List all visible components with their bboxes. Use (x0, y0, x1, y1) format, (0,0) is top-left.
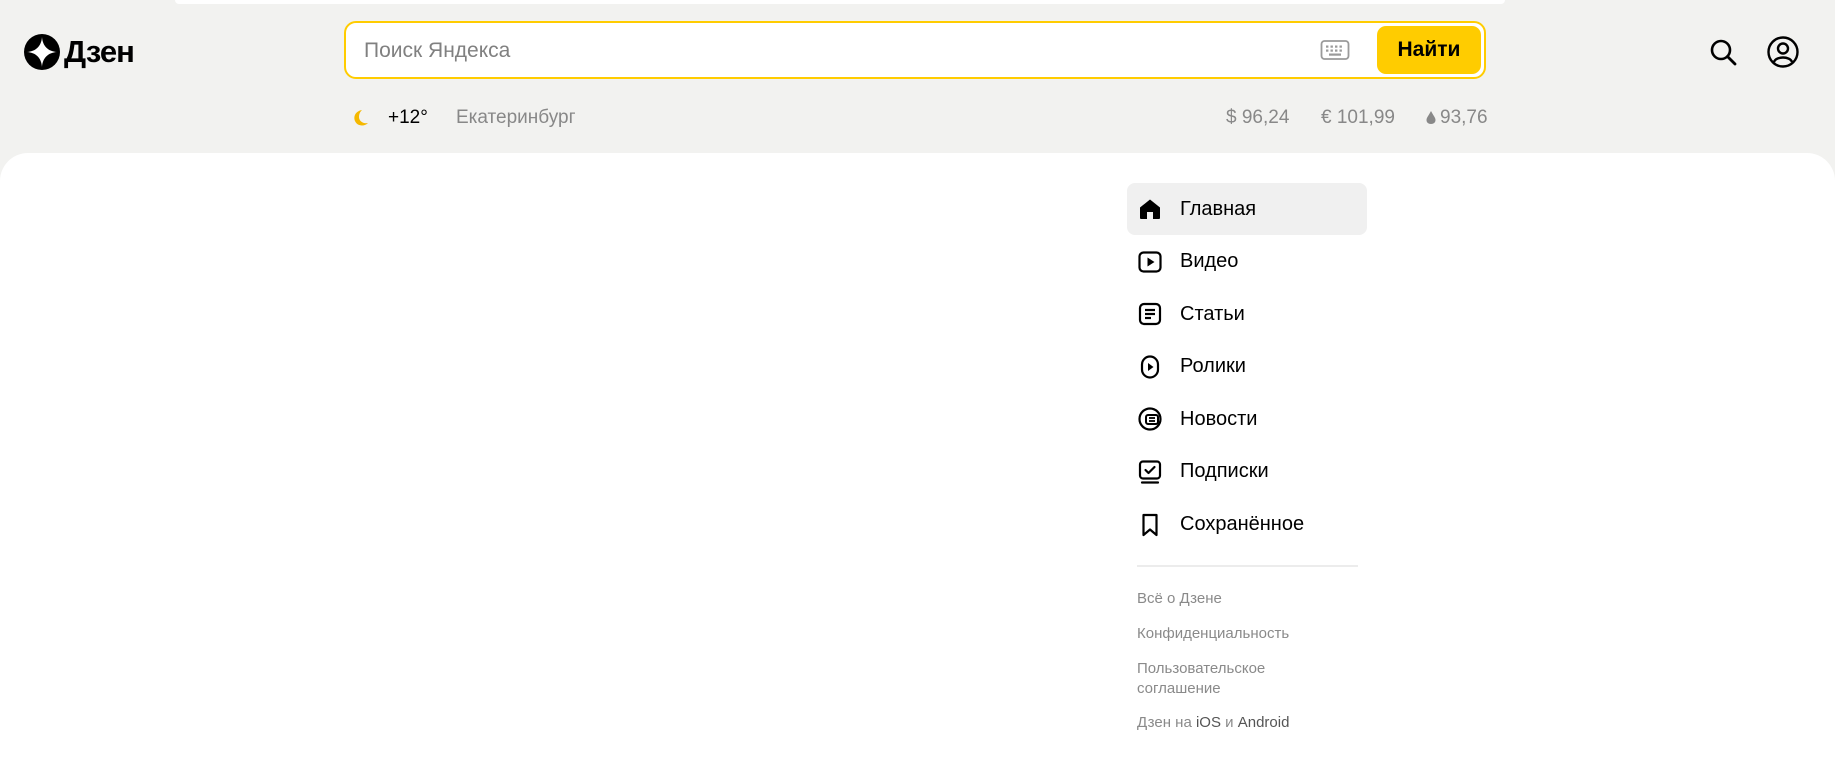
nav-item-shorts[interactable]: Ролики (1127, 341, 1367, 393)
nav-item-saved[interactable]: Сохранённое (1127, 499, 1367, 551)
footer-about-link[interactable]: Всё о Дзене (1137, 589, 1347, 609)
main-content (0, 153, 1835, 773)
sidebar-nav: Главная Видео Статьи Ролики Новости Подп… (1127, 183, 1367, 551)
nav-label: Ролики (1180, 355, 1246, 378)
footer-apps-and: и (1225, 714, 1234, 731)
nav-divider (1137, 565, 1358, 567)
search-box: Найти (344, 21, 1486, 79)
search-input[interactable] (362, 32, 1306, 70)
footer-apps: Дзен на iOS и Android (1137, 713, 1347, 733)
usd-rate[interactable]: $ 96,24 (1226, 107, 1289, 129)
nav-item-articles[interactable]: Статьи (1127, 288, 1367, 340)
eur-rate[interactable]: € 101,99 (1321, 107, 1395, 129)
subscriptions-icon (1138, 460, 1162, 484)
oil-rate[interactable]: 93,76 (1440, 107, 1488, 129)
search-icon[interactable] (1709, 38, 1737, 66)
nav-label: Подписки (1180, 460, 1269, 483)
footer-apps-prefix: Дзен на (1137, 714, 1192, 731)
video-icon (1138, 250, 1162, 273)
footer-terms-link[interactable]: Пользовательское соглашение (1137, 659, 1327, 699)
footer-privacy-link[interactable]: Конфиденциальность (1137, 624, 1347, 644)
nav-item-home[interactable]: Главная (1127, 183, 1367, 235)
footer-android-link[interactable]: Android (1238, 714, 1290, 731)
keyboard-icon[interactable] (1320, 38, 1350, 62)
footer-ios-link[interactable]: iOS (1196, 714, 1221, 731)
dzen-logo[interactable]: Дзен (24, 34, 135, 70)
bookmark-icon (1142, 513, 1158, 536)
nav-item-video[interactable]: Видео (1127, 236, 1367, 288)
moon-icon (354, 110, 368, 126)
home-icon (1140, 199, 1160, 219)
nav-label: Новости (1180, 407, 1258, 430)
shorts-icon (1140, 355, 1160, 379)
nav-label: Сохранённое (1180, 513, 1305, 536)
nav-label: Главная (1180, 197, 1257, 220)
nav-label: Статьи (1180, 302, 1245, 325)
search-button[interactable]: Найти (1377, 26, 1481, 74)
nav-item-news[interactable]: Новости (1127, 393, 1367, 445)
oil-drop-icon (1426, 111, 1436, 124)
nav-label: Видео (1180, 250, 1239, 273)
nav-item-subscriptions[interactable]: Подписки (1127, 446, 1367, 498)
weather-temperature[interactable]: +12° (388, 107, 428, 129)
profile-icon[interactable] (1767, 36, 1799, 68)
dzen-logo-icon (24, 34, 60, 70)
weather-city[interactable]: Екатеринбург (456, 107, 576, 129)
articles-icon (1138, 303, 1162, 326)
top-strip (175, 0, 1505, 4)
logo-text: Дзен (64, 34, 135, 69)
news-icon (1138, 407, 1162, 431)
